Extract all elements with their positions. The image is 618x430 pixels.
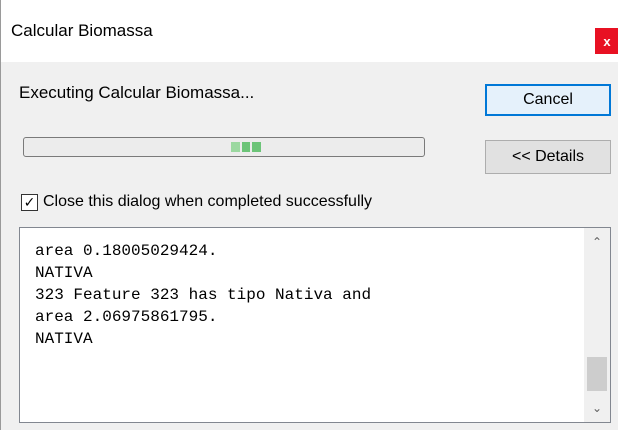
close-icon: x	[603, 33, 611, 49]
close-when-done-option[interactable]: ✓ Close this dialog when completed succe…	[21, 193, 372, 211]
details-log[interactable]: area 0.18005029424. NATIVA 323 Feature 323…	[19, 227, 611, 423]
log-text: area 0.18005029424. NATIVA 323 Feature 323…	[35, 240, 371, 350]
scroll-down-button[interactable]: ⌄	[584, 396, 610, 420]
checkmark-icon: ✓	[23, 194, 36, 210]
progress-segment	[252, 142, 262, 152]
progress-segment	[241, 142, 251, 152]
scroll-thumb[interactable]	[587, 357, 607, 391]
scroll-up-button[interactable]: ⌃	[584, 230, 610, 254]
progress-segment	[231, 142, 240, 152]
log-line: NATIVA	[35, 264, 93, 282]
progress-marquee	[231, 142, 262, 152]
close-when-done-checkbox[interactable]: ✓	[21, 193, 38, 211]
title-bar: Calcular Biomassa x	[1, 0, 618, 62]
chevron-down-icon: ⌄	[591, 401, 603, 415]
log-line: area 2.06975861795.	[35, 308, 218, 326]
progress-dialog: Calcular Biomassa x Executing Calcular B…	[0, 0, 618, 430]
progress-bar	[23, 137, 425, 157]
checkbox-label[interactable]: Close this dialog when completed success…	[43, 193, 372, 211]
status-message: Executing Calcular Biomassa...	[19, 83, 255, 102]
close-button[interactable]: x	[595, 28, 618, 54]
chevron-up-icon: ⌃	[591, 235, 603, 249]
vertical-scrollbar[interactable]: ⌃ ⌄	[584, 228, 610, 422]
log-line: NATIVA	[35, 330, 93, 348]
log-line: 323 Feature 323 has tipo Nativa and	[35, 286, 372, 304]
details-toggle-button[interactable]: << Details	[485, 140, 611, 174]
cancel-button[interactable]: Cancel	[485, 84, 611, 116]
log-line: area 0.18005029424.	[35, 242, 218, 260]
window-title: Calcular Biomassa	[11, 21, 153, 40]
